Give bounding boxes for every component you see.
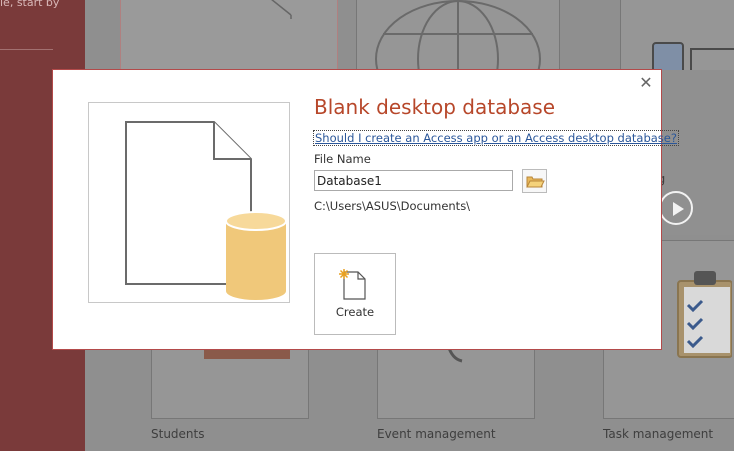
dialog-title: Blank desktop database <box>314 95 556 119</box>
folder-icon <box>526 176 545 188</box>
new-document-icon <box>339 269 366 300</box>
file-name-input[interactable] <box>314 170 513 191</box>
globe-icon <box>375 0 541 69</box>
template-tile-web-app[interactable] <box>356 0 560 72</box>
file-name-label: File Name <box>314 152 371 166</box>
clipboard-icon <box>677 271 732 358</box>
save-path: C:\Users\ASUS\Documents\ <box>314 199 471 213</box>
computer-icon <box>652 42 734 73</box>
template-label-students: Students <box>151 427 205 441</box>
template-label-task-management: Task management <box>603 427 714 441</box>
database-preview <box>88 102 290 303</box>
template-tile-asset-tracking[interactable] <box>620 0 734 73</box>
blank-database-icon <box>125 121 287 300</box>
help-link[interactable]: Should I create an Access app or an Acce… <box>313 130 679 146</box>
template-label-event-management: Event management <box>377 427 496 441</box>
template-tile-students[interactable] <box>151 340 309 419</box>
template-tile-event-management[interactable] <box>377 340 535 419</box>
template-tile-blank-desktop[interactable] <box>120 0 338 72</box>
left-panel-divider <box>0 49 53 50</box>
browse-button[interactable] <box>522 169 547 193</box>
document-icon <box>271 0 292 19</box>
close-button[interactable]: ✕ <box>636 73 656 93</box>
play-icon[interactable] <box>659 191 693 225</box>
close-icon: ✕ <box>639 73 653 92</box>
desk-icon <box>204 349 290 359</box>
blank-database-dialog: ✕ Blank desktop database Should I create… <box>52 69 679 350</box>
left-panel-text: le, start by <box>0 0 60 9</box>
create-button[interactable]: Create <box>314 253 396 335</box>
create-label: Create <box>335 305 375 319</box>
